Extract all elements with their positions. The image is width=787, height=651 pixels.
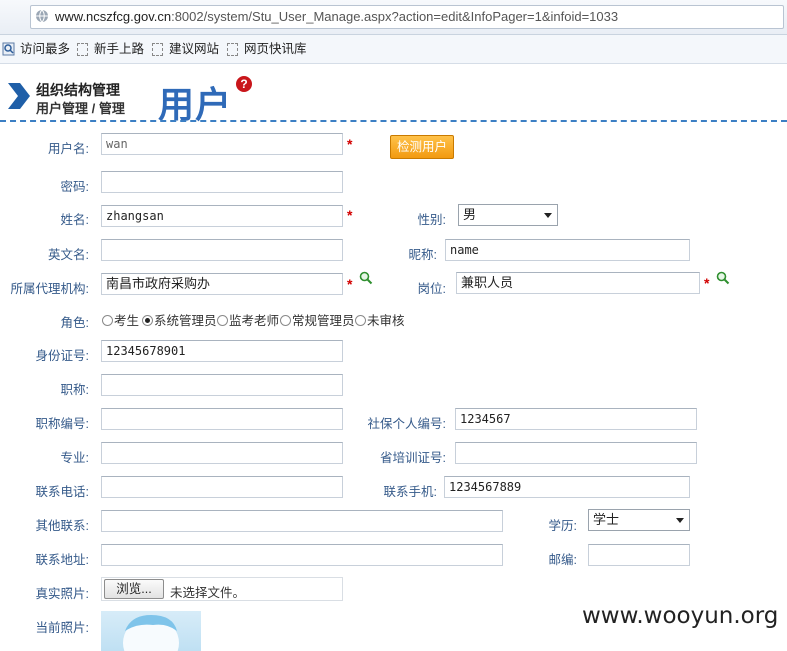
- role-radio-proctor[interactable]: 监考老师: [217, 310, 279, 329]
- id-number-input[interactable]: 12345678901: [101, 340, 343, 362]
- required-mark: *: [347, 136, 353, 152]
- radio-icon: [355, 315, 366, 326]
- role-radio-pending[interactable]: 未审核: [355, 310, 405, 329]
- watermark: www.wooyun.org: [582, 603, 779, 629]
- nickname-input[interactable]: name: [445, 239, 690, 261]
- org-label: 所属代理机构:: [10, 282, 89, 296]
- browse-button[interactable]: 浏览...: [104, 579, 164, 599]
- required-mark: *: [347, 207, 353, 223]
- page-icon: [77, 43, 88, 56]
- training-cert-input[interactable]: [455, 442, 697, 464]
- org-input[interactable]: 南昌市政府采购办: [101, 273, 343, 295]
- english-name-label: 英文名:: [48, 248, 89, 262]
- check-user-button[interactable]: 检测用户: [390, 135, 454, 159]
- search-icon[interactable]: [359, 271, 373, 285]
- page-icon: [152, 43, 163, 56]
- search-page-icon: [2, 42, 15, 56]
- id-number-label: 身份证号:: [35, 349, 89, 363]
- help-icon[interactable]: ?: [236, 76, 252, 92]
- arrow-right-icon: [8, 83, 30, 109]
- title-input[interactable]: [101, 374, 343, 396]
- dropdown-arrow-icon: [676, 518, 684, 523]
- other-contact-label: 其他联系:: [35, 519, 89, 533]
- fav-getting-started[interactable]: 新手上路: [77, 41, 144, 57]
- url-input[interactable]: www.ncszfcg.gov.cn:8002/system/Stu_User_…: [30, 5, 784, 29]
- phone-label: 联系电话:: [35, 485, 89, 499]
- role-radio-admin[interactable]: 常规管理员: [280, 310, 355, 329]
- url-text: www.ncszfcg.gov.cn:8002/system/Stu_User_…: [55, 9, 619, 24]
- mobile-input[interactable]: 1234567889: [444, 476, 690, 498]
- mobile-label: 联系手机:: [383, 485, 437, 499]
- address-label: 联系地址:: [35, 553, 89, 567]
- social-security-label: 社保个人编号:: [367, 417, 446, 431]
- education-selected-value: 学士: [593, 512, 620, 527]
- zip-label: 邮编:: [548, 553, 577, 567]
- zip-input[interactable]: [588, 544, 690, 566]
- major-input[interactable]: [101, 442, 343, 464]
- file-status-text: 未选择文件。: [170, 586, 246, 600]
- gender-label: 性别:: [417, 213, 446, 227]
- photo-label: 真实照片:: [35, 587, 89, 601]
- fav-web-slices[interactable]: 网页快讯库: [227, 41, 307, 57]
- file-upload: 浏览... 未选择文件。: [101, 577, 343, 601]
- radio-icon: [217, 315, 228, 326]
- password-input[interactable]: [101, 171, 343, 193]
- role-radio-student[interactable]: 考生: [102, 310, 139, 329]
- role-radio-sysadmin[interactable]: 系统管理员: [142, 310, 217, 329]
- dropdown-arrow-icon: [544, 213, 552, 218]
- fav-most-visited[interactable]: 访问最多: [2, 41, 70, 57]
- phone-input[interactable]: [101, 476, 343, 498]
- address-bar: www.ncszfcg.gov.cn:8002/system/Stu_User_…: [0, 0, 787, 35]
- username-input[interactable]: wan: [101, 133, 343, 155]
- page-icon: [227, 43, 238, 56]
- other-contact-input[interactable]: [101, 510, 503, 532]
- globe-icon: [36, 9, 48, 23]
- radio-icon: [102, 315, 113, 326]
- title-number-input[interactable]: [101, 408, 343, 430]
- favorites-bar: 访问最多 新手上路 建议网站 网页快讯库: [0, 35, 787, 64]
- current-photo-label: 当前照片:: [35, 621, 89, 635]
- current-photo-image: [101, 611, 201, 651]
- avatar-icon: [123, 615, 179, 651]
- major-label: 专业:: [60, 451, 89, 465]
- post-label: 岗位:: [417, 282, 446, 296]
- english-name-input[interactable]: [101, 239, 343, 261]
- username-label: 用户名:: [48, 142, 89, 156]
- required-mark: *: [347, 276, 353, 292]
- name-input[interactable]: zhangsan: [101, 205, 343, 227]
- role-label: 角色:: [60, 316, 89, 330]
- module-title: 组织结构管理: [36, 82, 120, 98]
- education-select[interactable]: 学士: [588, 509, 690, 531]
- title-number-label: 职称编号:: [35, 417, 89, 431]
- social-security-input[interactable]: 1234567: [455, 408, 697, 430]
- radio-icon: [280, 315, 291, 326]
- name-label: 姓名:: [60, 213, 89, 227]
- post-input[interactable]: 兼职人员: [456, 272, 700, 294]
- training-cert-label: 省培训证号:: [380, 451, 446, 465]
- nickname-label: 昵称:: [408, 248, 437, 262]
- divider: [0, 120, 787, 122]
- address-input[interactable]: [101, 544, 503, 566]
- breadcrumb: 用户管理 / 管理: [36, 101, 125, 116]
- fav-suggested-sites[interactable]: 建议网站: [152, 41, 219, 57]
- gender-selected-value: 男: [463, 207, 477, 222]
- title-label: 职称:: [60, 383, 89, 397]
- education-label: 学历:: [548, 519, 577, 533]
- search-icon[interactable]: [716, 271, 730, 285]
- password-label: 密码:: [60, 180, 89, 194]
- radio-checked-icon: [142, 315, 153, 326]
- gender-select[interactable]: 男: [458, 204, 558, 226]
- required-mark: *: [704, 275, 710, 291]
